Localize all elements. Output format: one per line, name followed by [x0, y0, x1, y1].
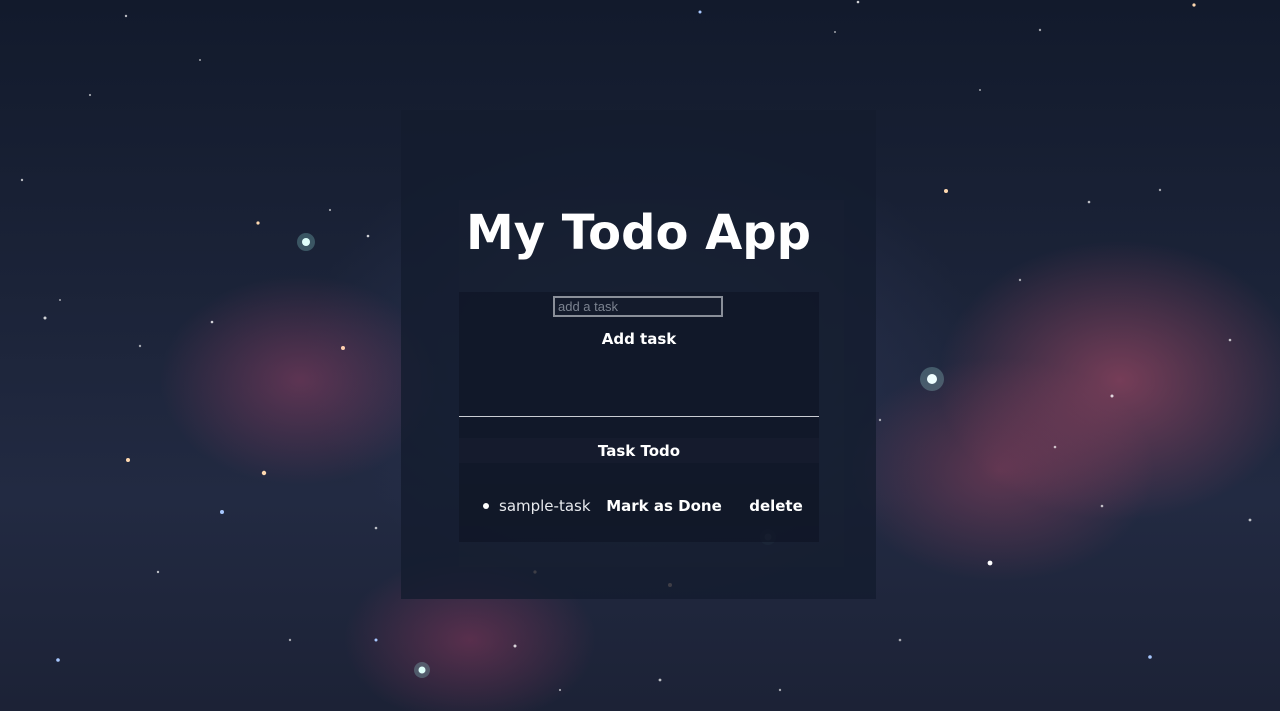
mark-as-done-button[interactable]: Mark as Done — [606, 494, 722, 518]
bullet-icon — [483, 503, 489, 509]
add-task-button[interactable]: Add task — [590, 327, 688, 351]
task-label: sample-task — [499, 497, 591, 515]
task-input[interactable] — [553, 296, 723, 317]
page-title: My Todo App — [465, 205, 812, 261]
divider — [459, 416, 819, 417]
section-title-task-todo: Task Todo — [597, 442, 681, 460]
delete-task-button[interactable]: delete — [744, 494, 808, 518]
